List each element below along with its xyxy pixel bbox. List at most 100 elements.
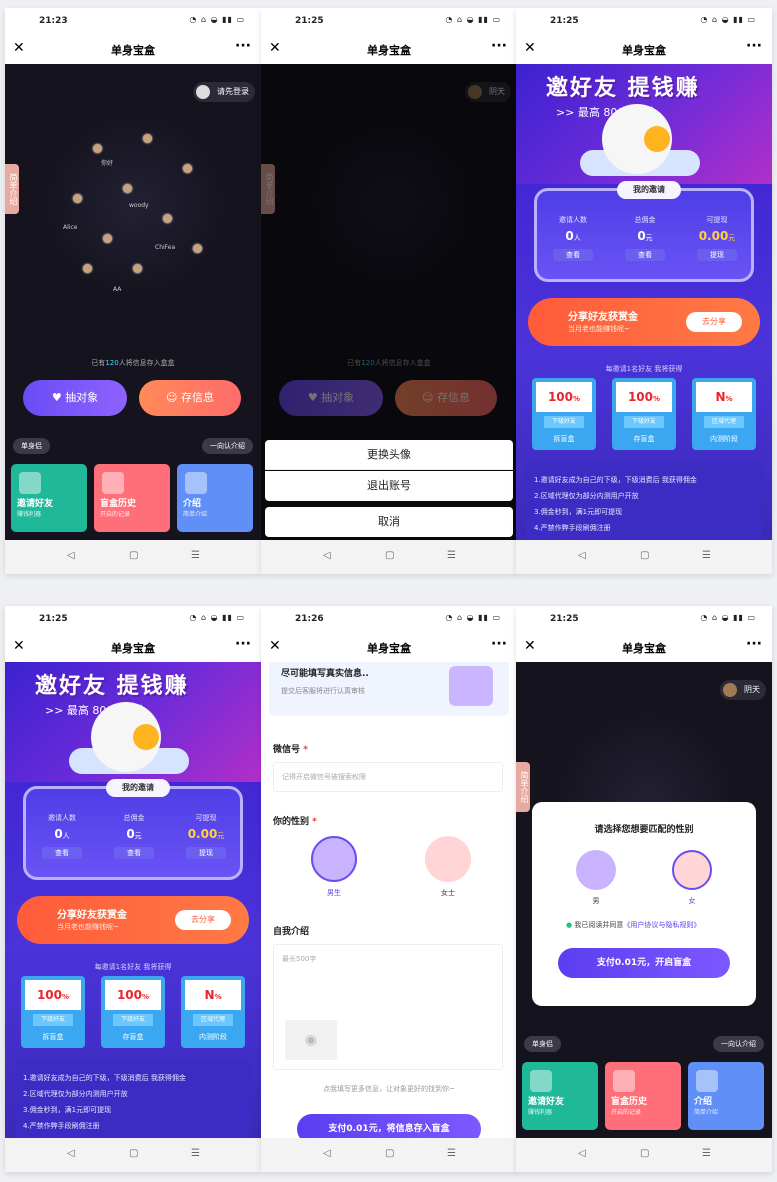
globe-avatar[interactable]	[183, 164, 192, 173]
reward-note: 下级好友	[33, 1014, 73, 1026]
menu-icon[interactable]: ☰	[447, 550, 456, 561]
logout-option[interactable]: 退出账号	[265, 471, 513, 501]
stat-value: 0.00元	[698, 229, 736, 243]
nav-bar: ✕ 单身宝盒 ···	[516, 34, 772, 64]
globe-avatar[interactable]	[193, 244, 202, 253]
more-icon[interactable]: ···	[235, 38, 251, 54]
back-icon[interactable]: ◁	[323, 550, 331, 561]
status-time: 21:26	[295, 614, 324, 624]
share-button[interactable]: 去分享	[175, 910, 231, 930]
menu-icon[interactable]: ☰	[702, 1148, 711, 1159]
female-avatar[interactable]	[425, 836, 471, 882]
view-button[interactable]: 查看	[114, 847, 154, 859]
globe-avatar[interactable]	[73, 194, 82, 203]
agreement-row[interactable]: ● 我已阅读并同意《用户协议与隐私规则》	[566, 920, 700, 930]
card-history[interactable]: 盲盒历史 开启的记录	[94, 464, 170, 532]
pill-single[interactable]: 单身侣	[13, 438, 50, 454]
system-nav: ◁ ▢ ☰	[261, 540, 517, 574]
back-icon[interactable]: ◁	[67, 550, 75, 561]
menu-icon[interactable]: ☰	[447, 1148, 456, 1159]
agree-prefix: 我已阅读并同意	[574, 921, 624, 929]
card-invite[interactable]: 邀请好友 赚钱利器	[11, 464, 87, 532]
side-tag[interactable]: 简单介绍	[5, 164, 19, 214]
share-banner: 分享好友获赏金 当月老也能赚钱呢~ 去分享	[17, 896, 249, 944]
my-invite-title: 我的邀请	[617, 181, 681, 199]
avatar	[723, 683, 737, 697]
home-icon[interactable]: ▢	[385, 550, 394, 561]
people-illustration	[449, 666, 493, 706]
male-avatar[interactable]	[311, 836, 357, 882]
pill-intro[interactable]: 一向认介绍	[202, 438, 253, 454]
page-title: 单身宝盒	[111, 44, 155, 57]
stat-label: 总佣金	[634, 216, 656, 224]
globe-avatar[interactable]	[103, 234, 112, 243]
back-icon[interactable]: ◁	[578, 1148, 586, 1159]
withdraw-button[interactable]: 提现	[697, 249, 737, 261]
avatar-globe[interactable]: woody 你好 ChiFea Alice AA	[43, 104, 227, 304]
coin-icon	[644, 126, 670, 152]
card-invite[interactable]: 邀请好友 赚钱利器	[522, 1062, 598, 1130]
invite-banner: 邀好友 提钱赚 >> 最高 800元现金	[5, 662, 261, 782]
pill-single[interactable]: 单身侣	[524, 1036, 561, 1052]
back-icon[interactable]: ◁	[578, 550, 586, 561]
reward-note: 区域代理	[193, 1014, 233, 1026]
pay-open-button[interactable]: 支付0.01元，开启盲盒	[558, 948, 730, 978]
user-button[interactable]: 阴天	[720, 680, 766, 700]
modal-title: 请选择您想要匹配的性别	[594, 825, 694, 835]
cancel-option[interactable]: 取消	[265, 507, 513, 537]
more-icon[interactable]: ···	[491, 38, 507, 54]
card-title: 介绍	[183, 499, 202, 509]
rainbow-icon	[185, 472, 207, 494]
login-button[interactable]: 请先登录	[193, 82, 255, 102]
card-intro[interactable]: 介绍 简单介绍	[177, 464, 253, 532]
wechat-input[interactable]: 记得开启微信号被搜索权限	[273, 762, 503, 792]
card-intro[interactable]: 介绍 简单介绍	[688, 1062, 764, 1130]
reward-note: 下级好友	[544, 416, 584, 428]
menu-icon[interactable]: ☰	[702, 550, 711, 561]
menu-icon[interactable]: ☰	[191, 1148, 200, 1159]
home-icon[interactable]: ▢	[640, 1148, 649, 1159]
store-button[interactable]: ☺ 存信息	[139, 380, 241, 416]
home-icon[interactable]: ▢	[640, 550, 649, 561]
menu-icon[interactable]: ☰	[191, 550, 200, 561]
female-avatar[interactable]	[672, 850, 712, 890]
status-bar: 21:25 ◔ ⌂ ◒ ▮▮ ▭	[516, 606, 772, 632]
heart-icon: ♥	[51, 391, 66, 404]
globe-avatar[interactable]	[123, 184, 132, 193]
side-tag[interactable]: 简单介绍	[516, 762, 530, 812]
view-button[interactable]: 查看	[625, 249, 665, 261]
globe-avatar[interactable]	[143, 134, 152, 143]
more-info-hint[interactable]: 点我填写更多信息，让对象更好的找到你~	[261, 1084, 517, 1094]
store-label: 存信息	[180, 391, 214, 404]
back-icon[interactable]: ◁	[67, 1148, 75, 1159]
globe-avatar[interactable]	[133, 264, 142, 273]
withdraw-button[interactable]: 提现	[186, 847, 226, 859]
user-name: 阴天	[744, 685, 760, 694]
status-time: 21:25	[39, 614, 68, 624]
status-time: 21:25	[550, 614, 579, 624]
back-icon[interactable]: ◁	[323, 1148, 331, 1159]
view-button[interactable]: 查看	[553, 249, 593, 261]
card-history[interactable]: 盲盒历史 开启的记录	[605, 1062, 681, 1130]
globe-avatar[interactable]	[93, 144, 102, 153]
more-icon[interactable]: ···	[746, 38, 762, 54]
globe-avatar[interactable]	[163, 214, 172, 223]
agreement-link[interactable]: 《用户协议与隐私规则》	[623, 921, 700, 929]
globe-avatar[interactable]	[83, 264, 92, 273]
share-button[interactable]: 去分享	[686, 312, 742, 332]
pill-intro[interactable]: 一向认介绍	[713, 1036, 764, 1052]
nav-bar: ✕ 单身宝盒 ···	[5, 632, 261, 662]
change-avatar-option[interactable]: 更换头像	[265, 440, 513, 470]
draw-button[interactable]: ♥ 抽对象	[23, 380, 127, 416]
more-icon[interactable]: ···	[491, 636, 507, 652]
pay-store-button[interactable]: 支付0.01元，将信息存入盲盒	[297, 1114, 481, 1138]
home-icon[interactable]: ▢	[129, 1148, 138, 1159]
home-icon[interactable]: ▢	[385, 1148, 394, 1159]
view-button[interactable]: 查看	[42, 847, 82, 859]
home-icon[interactable]: ▢	[129, 550, 138, 561]
more-icon[interactable]: ···	[746, 636, 762, 652]
my-invite-card: 我的邀请 邀请人数 0人 查看 总佣金 0元 查看 可提现 0.00元 提现	[23, 779, 243, 880]
more-icon[interactable]: ···	[235, 636, 251, 652]
camera-icon[interactable]: ◉	[285, 1020, 337, 1060]
male-avatar[interactable]	[576, 850, 616, 890]
